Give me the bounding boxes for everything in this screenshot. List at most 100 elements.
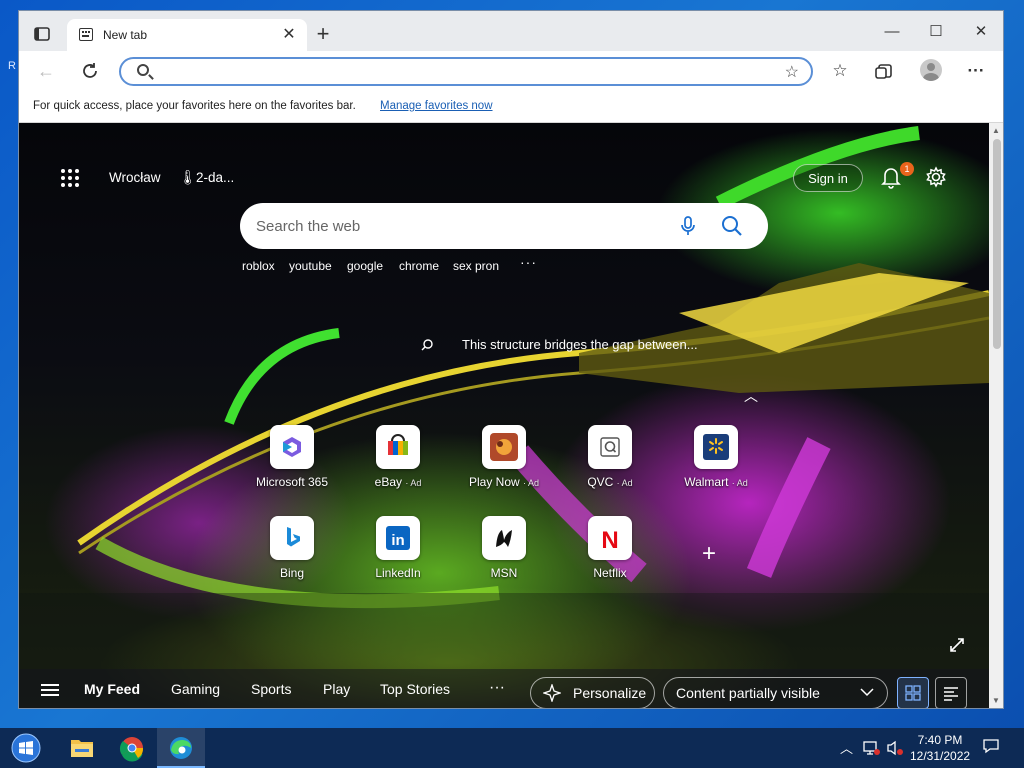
tray-overflow-icon[interactable]: ︿ xyxy=(840,738,853,757)
taskbar-file-explorer[interactable] xyxy=(58,728,106,768)
edge-icon xyxy=(170,737,192,759)
ad-marker: · Ad xyxy=(523,478,540,488)
svg-text:in: in xyxy=(391,532,404,549)
search-icon xyxy=(137,64,149,76)
web-search-input[interactable] xyxy=(256,216,656,236)
tile-label: QVC xyxy=(587,475,614,489)
volume-muted-icon[interactable] xyxy=(886,740,904,756)
apps-grid-icon[interactable] xyxy=(61,169,81,189)
content-visibility-dropdown[interactable]: Content partially visible xyxy=(663,677,888,708)
thermometer-icon: 🌡 xyxy=(179,169,197,185)
trending-search[interactable]: youtube xyxy=(289,259,332,273)
feed-tab-my-feed[interactable]: My Feed xyxy=(84,681,140,697)
tile-label: LinkedIn xyxy=(375,566,421,580)
address-input[interactable] xyxy=(159,63,759,81)
taskbar-clock[interactable]: 7:40 PM 12/31/2022 xyxy=(910,732,970,764)
bing-icon xyxy=(270,516,314,560)
image-caption[interactable]: This structure bridges the gap between..… xyxy=(462,337,698,352)
feed-tab-sports[interactable]: Sports xyxy=(251,681,291,697)
personalize-button[interactable]: Personalize xyxy=(530,677,655,708)
feed-navigation: My Feed Gaming Sports Play Top Stories ·… xyxy=(19,669,989,708)
tab-new-tab[interactable]: New tab ✕ xyxy=(67,19,307,51)
favorites-bar-message: For quick access, place your favorites h… xyxy=(33,100,356,112)
tile-label: MSN xyxy=(490,566,518,580)
trending-more-icon[interactable]: ··· xyxy=(520,254,537,270)
manage-favorites-link[interactable]: Manage favorites now xyxy=(380,100,493,112)
ad-marker: · Ad xyxy=(405,478,422,488)
quick-link-netflix[interactable]: N Netflix xyxy=(570,516,650,580)
feed-tab-gaming[interactable]: Gaming xyxy=(171,681,220,697)
grid-view-icon[interactable] xyxy=(897,677,929,708)
profile-icon[interactable] xyxy=(920,59,942,81)
tile-label: Bing xyxy=(279,566,305,580)
feed-more-icon[interactable]: ··· xyxy=(489,679,505,697)
quick-link-msn[interactable]: MSN xyxy=(464,516,544,580)
tile-label: Netflix xyxy=(593,566,627,580)
quick-link-play-now[interactable]: Play Now · Ad xyxy=(464,425,544,489)
tile-label: Play Now xyxy=(468,475,520,489)
network-icon[interactable] xyxy=(862,740,880,756)
refresh-icon[interactable] xyxy=(77,59,103,83)
scroll-thumb[interactable] xyxy=(993,139,1001,349)
favorites-bar: For quick access, place your favorites h… xyxy=(19,91,1003,123)
sign-in-button[interactable]: Sign in xyxy=(793,164,863,192)
tab-title: New tab xyxy=(103,28,148,42)
taskbar-chrome[interactable] xyxy=(108,728,156,768)
address-bar[interactable]: ☆ xyxy=(119,57,813,86)
walmart-icon xyxy=(694,425,738,469)
mic-icon[interactable] xyxy=(678,215,698,237)
feed-tab-play[interactable]: Play xyxy=(323,681,350,697)
web-search-box[interactable] xyxy=(240,203,768,249)
collections-icon[interactable] xyxy=(872,59,898,83)
minimize-button[interactable]: — xyxy=(877,21,907,43)
ad-marker: · Ad xyxy=(616,478,633,488)
quick-link-bing[interactable]: Bing xyxy=(252,516,332,580)
search-submit-icon[interactable] xyxy=(720,214,744,238)
feed-tab-top-stories[interactable]: Top Stories xyxy=(380,681,450,697)
favorite-add-icon[interactable]: ☆ xyxy=(785,62,799,82)
tab-actions-icon[interactable] xyxy=(29,23,55,45)
new-tab-button[interactable]: + xyxy=(311,23,335,47)
netflix-icon: N xyxy=(588,516,632,560)
notification-icon[interactable] xyxy=(982,738,1000,754)
chevron-down-icon xyxy=(860,688,874,697)
weather-city[interactable]: Wrocław xyxy=(109,170,161,185)
quick-link-ebay[interactable]: eBay · Ad xyxy=(358,425,438,489)
weather-forecast[interactable]: 2-da... xyxy=(196,170,234,185)
new-tab-page: Wrocław 🌡 2-da... Sign in 1 roblox youtu… xyxy=(19,123,989,708)
search-icon xyxy=(421,339,433,351)
quick-link-microsoft365[interactable]: Microsoft 365 xyxy=(252,425,332,489)
list-view-icon[interactable] xyxy=(935,677,967,708)
trending-search[interactable]: roblox xyxy=(242,259,275,273)
hamburger-icon[interactable] xyxy=(41,684,59,696)
chevron-up-icon[interactable]: ︿ xyxy=(744,386,758,406)
tab-strip: New tab ✕ + — ☐ ✕ xyxy=(19,11,1003,51)
add-site-button[interactable]: + xyxy=(702,540,716,568)
expand-icon[interactable] xyxy=(949,637,965,653)
linkedin-icon: in xyxy=(376,516,420,560)
quick-link-qvc[interactable]: QVC · Ad xyxy=(570,425,650,489)
back-icon[interactable]: ← xyxy=(33,59,59,83)
bell-icon[interactable] xyxy=(881,165,901,189)
trending-search[interactable]: google xyxy=(347,259,383,273)
maximize-button[interactable]: ☐ xyxy=(921,21,951,43)
windows-start-icon[interactable] xyxy=(8,732,44,764)
browser-window: New tab ✕ + — ☐ ✕ ← ☆ ☆ ··· For quick ac… xyxy=(18,10,1004,709)
close-window-button[interactable]: ✕ xyxy=(966,21,996,43)
taskbar-edge[interactable] xyxy=(157,728,205,768)
gear-icon[interactable] xyxy=(925,166,947,188)
quick-link-linkedin[interactable]: in LinkedIn xyxy=(358,516,438,580)
page-scrollbar[interactable]: ▲ ▼ xyxy=(989,123,1003,708)
tab-close-icon[interactable]: ✕ xyxy=(279,25,299,45)
quick-link-walmart[interactable]: Walmart · Ad xyxy=(676,425,756,489)
scroll-up-icon[interactable]: ▲ xyxy=(992,126,1000,135)
trending-search[interactable]: chrome xyxy=(399,259,439,273)
desktop-fragment: R xyxy=(8,60,16,72)
clock-time: 7:40 PM xyxy=(917,733,963,747)
more-icon[interactable]: ··· xyxy=(963,59,989,83)
toolbar: ← ☆ ☆ ··· xyxy=(19,51,1003,91)
favorites-icon[interactable]: ☆ xyxy=(827,59,853,83)
trending-search[interactable]: sex pron xyxy=(453,259,499,273)
scroll-down-icon[interactable]: ▼ xyxy=(992,696,1000,705)
clock-date: 12/31/2022 xyxy=(910,749,971,763)
